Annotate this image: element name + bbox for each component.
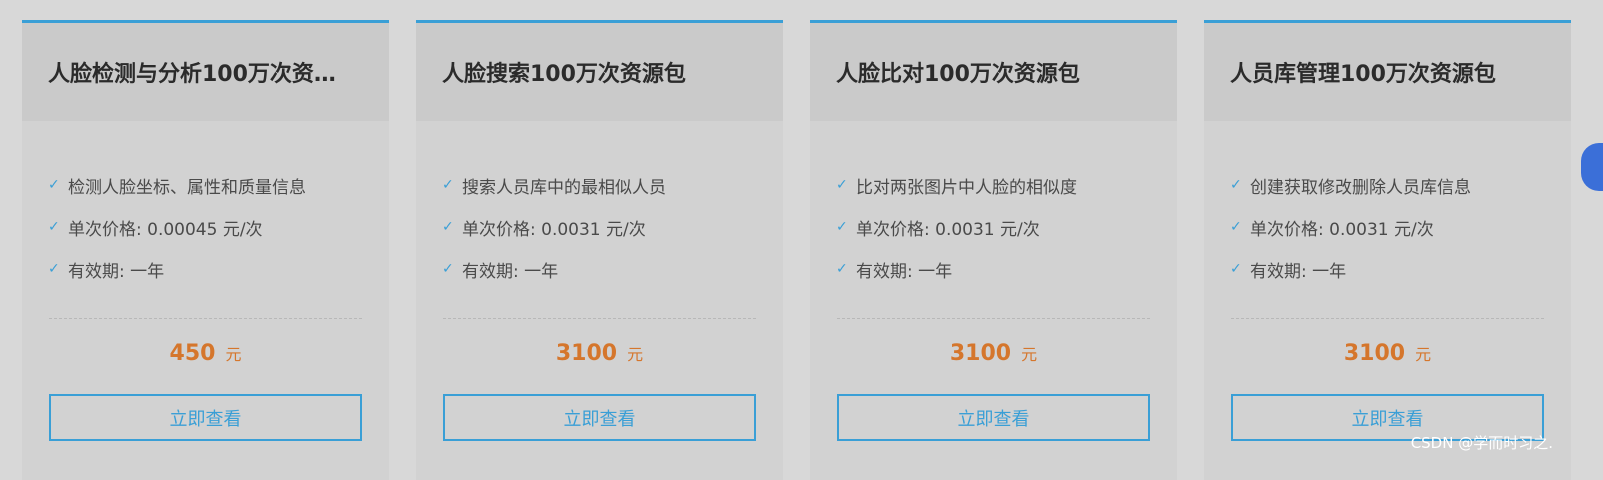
feature-item: ✓ 有效期: 一年	[836, 248, 1077, 290]
price: 3100 元	[810, 341, 1177, 366]
price: 3100 元	[416, 341, 783, 366]
view-now-button[interactable]: 立即查看	[837, 394, 1150, 441]
package-card-face-search: 人脸搜索100万次资源包 ✓ 搜索人员库中的最相似人员 ✓ 单次价格: 0.00…	[416, 20, 783, 480]
dashed-divider	[49, 318, 362, 319]
watermark: CSDN @学而时习之.	[1410, 434, 1553, 452]
price: 3100 元	[1204, 341, 1571, 366]
card-title: 人脸比对100万次资源包	[836, 62, 1080, 87]
feature-text: 单次价格: 0.0031 元/次	[1250, 219, 1434, 240]
feature-list: ✓ 比对两张图片中人脸的相似度 ✓ 单次价格: 0.0031 元/次 ✓ 有效期…	[810, 164, 1077, 290]
check-icon: ✓	[836, 261, 848, 277]
feature-text: 有效期: 一年	[462, 261, 559, 282]
check-icon: ✓	[836, 177, 848, 193]
feature-text: 单次价格: 0.0031 元/次	[462, 219, 646, 240]
feature-item: ✓ 有效期: 一年	[442, 248, 666, 290]
package-card-face-detection: 人脸检测与分析100万次资… ✓ 检测人脸坐标、属性和质量信息 ✓ 单次价格: …	[22, 20, 389, 480]
feature-item: ✓ 检测人脸坐标、属性和质量信息	[48, 164, 306, 206]
price-unit: 元	[1021, 345, 1038, 364]
price-amount: 3100	[555, 341, 618, 366]
check-icon: ✓	[442, 219, 454, 235]
dashed-divider	[1231, 318, 1544, 319]
feature-text: 有效期: 一年	[856, 261, 953, 282]
feature-list: ✓ 搜索人员库中的最相似人员 ✓ 单次价格: 0.0031 元/次 ✓ 有效期:…	[416, 164, 666, 290]
package-card-face-compare: 人脸比对100万次资源包 ✓ 比对两张图片中人脸的相似度 ✓ 单次价格: 0.0…	[810, 20, 1177, 480]
check-icon: ✓	[442, 177, 454, 193]
feature-item: ✓ 比对两张图片中人脸的相似度	[836, 164, 1077, 206]
view-now-button[interactable]: 立即查看	[49, 394, 362, 441]
check-icon: ✓	[442, 261, 454, 277]
card-header: 人脸检测与分析100万次资…	[22, 23, 389, 121]
feature-list: ✓ 创建获取修改删除人员库信息 ✓ 单次价格: 0.0031 元/次 ✓ 有效期…	[1204, 164, 1471, 290]
feature-item: ✓ 有效期: 一年	[48, 248, 306, 290]
feature-item: ✓ 单次价格: 0.0031 元/次	[1230, 206, 1471, 248]
check-icon: ✓	[1230, 261, 1242, 277]
resource-package-list: 人脸检测与分析100万次资… ✓ 检测人脸坐标、属性和质量信息 ✓ 单次价格: …	[22, 20, 1571, 480]
card-title: 人脸搜索100万次资源包	[442, 62, 686, 87]
feature-item: ✓ 有效期: 一年	[1230, 248, 1471, 290]
price-amount: 450	[169, 341, 216, 366]
feature-text: 创建获取修改删除人员库信息	[1250, 177, 1471, 198]
card-header: 人脸搜索100万次资源包	[416, 23, 783, 121]
feature-text: 有效期: 一年	[68, 261, 165, 282]
feature-text: 有效期: 一年	[1250, 261, 1347, 282]
feature-list: ✓ 检测人脸坐标、属性和质量信息 ✓ 单次价格: 0.00045 元/次 ✓ 有…	[22, 164, 306, 290]
feature-item: ✓ 单次价格: 0.00045 元/次	[48, 206, 306, 248]
price-unit: 元	[225, 345, 242, 364]
feature-item: ✓ 搜索人员库中的最相似人员	[442, 164, 666, 206]
price-unit: 元	[627, 345, 644, 364]
price-unit: 元	[1415, 345, 1432, 364]
dashed-divider	[837, 318, 1150, 319]
check-icon: ✓	[48, 177, 60, 193]
feature-item: ✓ 单次价格: 0.0031 元/次	[442, 206, 666, 248]
check-icon: ✓	[1230, 177, 1242, 193]
check-icon: ✓	[48, 261, 60, 277]
check-icon: ✓	[836, 219, 848, 235]
price: 450 元	[22, 341, 389, 366]
card-title: 人员库管理100万次资源包	[1230, 62, 1496, 87]
floating-help-icon[interactable]	[1581, 143, 1603, 191]
feature-text: 比对两张图片中人脸的相似度	[856, 177, 1077, 198]
card-title: 人脸检测与分析100万次资…	[48, 62, 336, 87]
view-now-button[interactable]: 立即查看	[443, 394, 756, 441]
feature-text: 单次价格: 0.0031 元/次	[856, 219, 1040, 240]
card-header: 人脸比对100万次资源包	[810, 23, 1177, 121]
feature-text: 搜索人员库中的最相似人员	[462, 177, 666, 198]
feature-text: 单次价格: 0.00045 元/次	[68, 219, 263, 240]
feature-item: ✓ 创建获取修改删除人员库信息	[1230, 164, 1471, 206]
check-icon: ✓	[48, 219, 60, 235]
price-amount: 3100	[1343, 341, 1406, 366]
feature-item: ✓ 单次价格: 0.0031 元/次	[836, 206, 1077, 248]
feature-text: 检测人脸坐标、属性和质量信息	[68, 177, 306, 198]
card-header: 人员库管理100万次资源包	[1204, 23, 1571, 121]
price-amount: 3100	[949, 341, 1012, 366]
check-icon: ✓	[1230, 219, 1242, 235]
package-card-person-library: 人员库管理100万次资源包 ✓ 创建获取修改删除人员库信息 ✓ 单次价格: 0.…	[1204, 20, 1571, 480]
dashed-divider	[443, 318, 756, 319]
